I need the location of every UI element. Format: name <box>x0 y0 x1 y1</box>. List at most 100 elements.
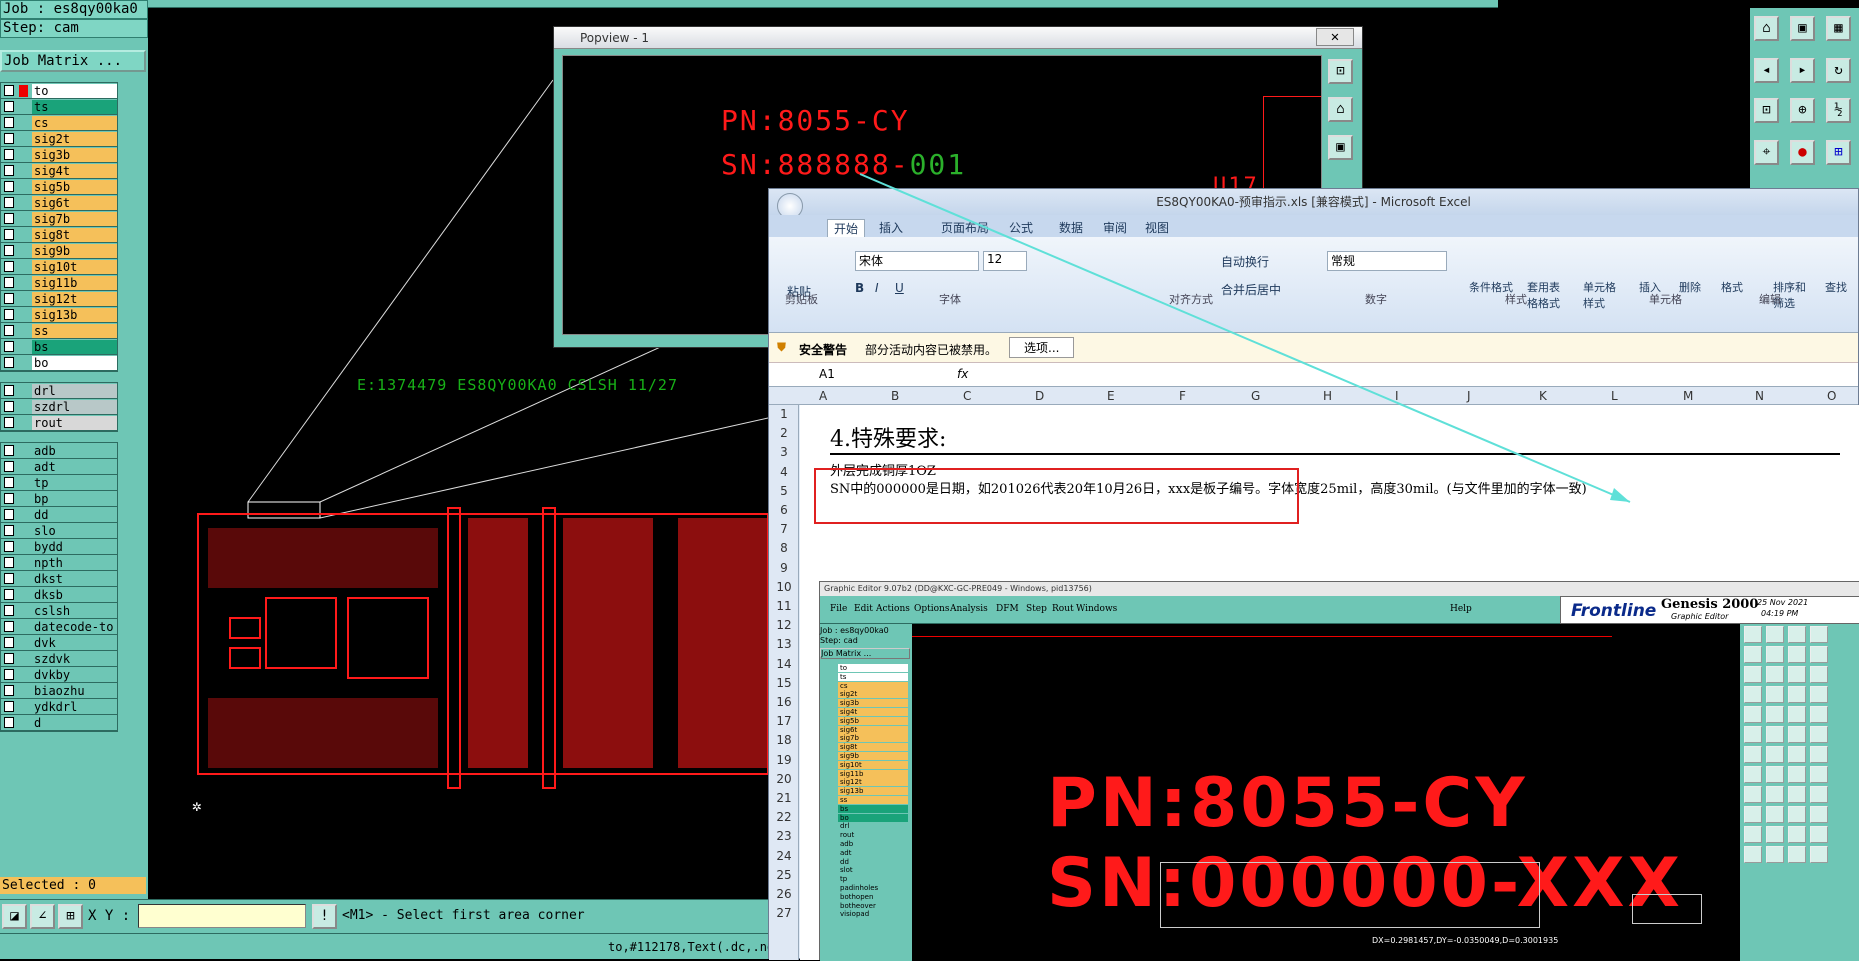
layer-checkbox[interactable] <box>4 385 15 396</box>
genesis-tool-icon[interactable] <box>1810 826 1828 843</box>
layer-row[interactable]: sig4t <box>1 163 117 179</box>
genesis-tool-icon[interactable] <box>1788 626 1806 643</box>
layer-checkbox[interactable] <box>4 621 15 632</box>
row-header[interactable]: 12 <box>769 618 799 632</box>
layer-row[interactable]: ss <box>1 323 117 339</box>
genesis-canvas[interactable]: PN:8055-CY SN:000000-XXX DX=0.2981457,DY… <box>912 624 1740 961</box>
layer-checkbox[interactable] <box>4 525 15 536</box>
layer-row[interactable]: adb <box>1 443 117 459</box>
layer-row[interactable]: bo <box>1 355 117 371</box>
genesis-tool-icon[interactable] <box>1788 706 1806 723</box>
genesis-tool-icon[interactable] <box>1744 746 1762 763</box>
layer-checkbox[interactable] <box>4 245 15 256</box>
genesis-tool-icon[interactable] <box>1810 706 1828 723</box>
layer-row[interactable]: slo <box>1 523 117 539</box>
genesis-menu-item[interactable]: Step <box>1026 604 1047 614</box>
popview-home-icon[interactable]: ⌂ <box>1328 97 1353 122</box>
genesis-layer-name[interactable]: cs <box>838 681 908 690</box>
xy-input[interactable] <box>138 904 306 928</box>
tool-measure-angle-icon[interactable]: ∠ <box>30 904 55 929</box>
genesis-layer-name[interactable]: sig13b <box>838 787 908 796</box>
layer-checkbox[interactable] <box>4 133 15 144</box>
layer-checkbox[interactable] <box>4 357 15 368</box>
layer-checkbox[interactable] <box>4 637 15 648</box>
format-cells-button[interactable]: 格式 <box>1721 279 1743 295</box>
genesis-tool-icon[interactable] <box>1744 666 1762 683</box>
tool-zoom-area-icon[interactable]: ◪ <box>2 904 27 929</box>
genesis-layer-name[interactable]: tp <box>838 875 908 884</box>
layer-row[interactable]: sig8t <box>1 227 117 243</box>
row-header[interactable]: 4 <box>769 465 799 479</box>
layer-row[interactable]: sig13b <box>1 307 117 323</box>
layer-checkbox[interactable] <box>4 101 15 112</box>
layer-checkbox[interactable] <box>4 181 15 192</box>
genesis-menu-item[interactable]: Windows <box>1076 604 1117 614</box>
popview-save-icon[interactable]: ▣ <box>1328 135 1353 160</box>
layer-row[interactable]: ydkdrl <box>1 699 117 715</box>
layer-row[interactable]: bs <box>1 339 117 355</box>
column-header[interactable]: N <box>1755 389 1764 403</box>
row-header[interactable]: 3 <box>769 445 799 459</box>
row-header[interactable]: 22 <box>769 810 799 824</box>
layer-row[interactable]: adt <box>1 459 117 475</box>
genesis-tool-icon[interactable] <box>1810 746 1828 763</box>
layer-checkbox[interactable] <box>4 341 15 352</box>
layer-row[interactable]: sig10t <box>1 259 117 275</box>
layer-checkbox[interactable] <box>4 669 15 680</box>
row-header[interactable]: 6 <box>769 503 799 517</box>
layer-checkbox[interactable] <box>4 573 15 584</box>
layer-row[interactable]: dvkby <box>1 667 117 683</box>
delete-cells-button[interactable]: 删除 <box>1679 279 1701 295</box>
tool-center-icon[interactable]: ⊕ <box>1790 98 1815 123</box>
layer-row[interactable]: cslsh <box>1 603 117 619</box>
layer-row[interactable]: sig2t <box>1 131 117 147</box>
tool-home-icon[interactable]: ⌂ <box>1754 16 1779 41</box>
layer-row[interactable]: dksb <box>1 587 117 603</box>
genesis-tool-icon[interactable] <box>1810 806 1828 823</box>
genesis-tool-icon[interactable] <box>1766 686 1784 703</box>
layer-row[interactable]: szdvk <box>1 651 117 667</box>
layer-checkbox[interactable] <box>4 541 15 552</box>
genesis-tool-icon[interactable] <box>1744 846 1762 863</box>
tool-grid-icon[interactable]: ▦ <box>1826 16 1851 41</box>
layer-row[interactable]: biaozhu <box>1 683 117 699</box>
genesis-layer-name[interactable]: bs <box>838 804 908 813</box>
genesis-tool-icon[interactable] <box>1788 666 1806 683</box>
layer-row[interactable]: bydd <box>1 539 117 555</box>
row-header[interactable]: 27 <box>769 906 799 920</box>
layer-checkbox[interactable] <box>4 213 15 224</box>
tool-probe-icon[interactable]: ● <box>1790 140 1815 165</box>
genesis-tool-icon[interactable] <box>1788 686 1806 703</box>
layer-checkbox[interactable] <box>4 493 15 504</box>
layer-checkbox[interactable] <box>4 261 15 272</box>
genesis-layer-name[interactable]: drl <box>838 822 908 831</box>
genesis-layer-name[interactable]: ts <box>838 672 908 681</box>
genesis-tool-icon[interactable] <box>1766 726 1784 743</box>
genesis-menu-item[interactable]: Analysis <box>950 604 988 614</box>
layer-checkbox[interactable] <box>4 557 15 568</box>
genesis-menu-item[interactable]: Actions <box>876 604 910 614</box>
genesis-layer-name[interactable]: sig3b <box>838 699 908 708</box>
genesis-tool-icon[interactable] <box>1744 706 1762 723</box>
tool-measure-icon[interactable]: ⌖ <box>1754 140 1779 165</box>
row-header[interactable]: 15 <box>769 676 799 690</box>
genesis-tool-icon[interactable] <box>1788 846 1806 863</box>
column-header[interactable]: A <box>819 389 827 403</box>
layer-row[interactable]: bp <box>1 491 117 507</box>
tool-snap-icon[interactable]: ⊞ <box>1826 140 1851 165</box>
layer-checkbox[interactable] <box>4 401 15 412</box>
row-header[interactable]: 16 <box>769 695 799 709</box>
layer-checkbox[interactable] <box>4 477 15 488</box>
column-header[interactable]: O <box>1827 389 1836 403</box>
genesis-layer-name[interactable]: sig5b <box>838 716 908 725</box>
layer-checkbox[interactable] <box>4 309 15 320</box>
tool-save-icon[interactable]: ▣ <box>1790 16 1815 41</box>
row-header[interactable]: 24 <box>769 849 799 863</box>
layer-checkbox[interactable] <box>4 117 15 128</box>
genesis-layer-name[interactable]: sig10t <box>838 760 908 769</box>
genesis-layer-name[interactable]: adt <box>838 848 908 857</box>
row-header[interactable]: 21 <box>769 791 799 805</box>
row-header[interactable]: 2 <box>769 426 799 440</box>
row-header[interactable]: 10 <box>769 580 799 594</box>
layer-checkbox[interactable] <box>4 293 15 304</box>
